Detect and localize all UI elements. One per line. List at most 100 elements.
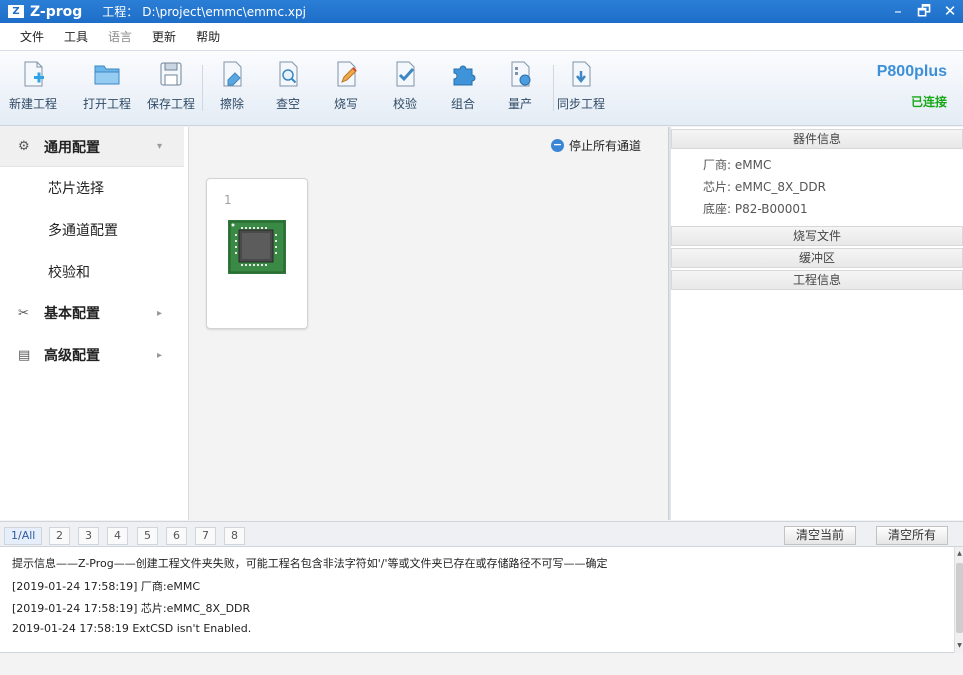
app-name: Z-prog — [30, 3, 83, 20]
scroll-thumb[interactable] — [956, 563, 963, 633]
log-line: [2019-01-24 17:58:19] 芯片:eMMC_8X_DDR — [12, 602, 251, 615]
project-label: 工程： — [102, 5, 139, 19]
scroll-down-icon[interactable]: ▼ — [955, 641, 963, 651]
erase-label: 擦除 — [219, 97, 244, 111]
combine-button[interactable]: 组合 — [435, 59, 491, 112]
advanced-icon: ▤ — [18, 347, 31, 363]
log-line: [2019-01-24 17:58:19] 厂商:eMMC — [12, 580, 201, 593]
open-project-label: 打开工程 — [82, 97, 131, 111]
app-window: Z Z-prog 工程： D:\project\emmc\emmc.xpj – … — [0, 0, 963, 675]
info-panel: 器件信息 厂商: eMMC 芯片: eMMC_8X_DDR 底座: P82-B0… — [671, 127, 963, 520]
folder-open-icon — [94, 65, 120, 85]
puzzle-icon — [453, 65, 476, 86]
status-bar — [0, 653, 963, 675]
vendor-info: 厂商: eMMC — [703, 158, 772, 172]
menu-language[interactable]: 语言 — [98, 28, 142, 45]
verify-check-icon — [396, 61, 415, 87]
new-file-icon — [24, 61, 44, 87]
nav-advanced-config[interactable]: ▤ 高级配置 ▸ — [0, 335, 184, 375]
save-icon — [160, 62, 182, 86]
menu-tools[interactable]: 工具 — [54, 28, 98, 45]
menu-bar: 文件 工具 语言 更新 帮助 — [0, 23, 963, 51]
sync-icon — [572, 61, 591, 87]
nav-basic-config[interactable]: ✂ 基本配置 ▸ — [0, 293, 184, 333]
nav-chip-select[interactable]: 芯片选择 — [48, 178, 104, 198]
program-button[interactable]: 烧写 — [318, 59, 374, 112]
menu-help[interactable]: 帮助 — [186, 28, 230, 45]
channel-area: − 停止所有通道 1 — [189, 127, 668, 520]
chevron-down-icon: ▾ — [156, 141, 162, 152]
app-logo: Z — [8, 5, 24, 18]
log-tab-5[interactable]: 5 — [137, 527, 158, 545]
stop-all-label: 停止所有通道 — [568, 139, 641, 153]
log-tab-4[interactable]: 4 — [107, 527, 128, 545]
chip-icon — [228, 220, 286, 274]
verify-label: 校验 — [392, 97, 417, 111]
log-scrollbar[interactable]: ▲ ▼ — [954, 547, 963, 653]
channel-card[interactable]: 1 — [206, 178, 308, 329]
blank-check-button[interactable]: 查空 — [260, 59, 316, 112]
verify-button[interactable]: 校验 — [377, 59, 433, 112]
new-project-label: 新建工程 — [8, 97, 57, 111]
nav-checksum[interactable]: 校验和 — [48, 262, 90, 282]
log-tab-8[interactable]: 8 — [224, 527, 245, 545]
nav-multichannel-config[interactable]: 多通道配置 — [48, 220, 118, 240]
buffer-header[interactable]: 缓冲区 — [671, 248, 963, 268]
blank-check-label: 查空 — [275, 97, 300, 111]
menu-update[interactable]: 更新 — [142, 28, 186, 45]
log-tab-bar: 1/All 2 3 4 5 6 7 8 清空当前 清空所有 — [0, 521, 963, 547]
device-info-header[interactable]: 器件信息 — [671, 129, 963, 149]
project-path: D:\project\emmc\emmc.xpj — [142, 4, 306, 19]
log-tab-2[interactable]: 2 — [49, 527, 70, 545]
erase-button[interactable]: 擦除 — [204, 59, 260, 112]
sync-project-label: 同步工程 — [556, 97, 605, 111]
window-controls: – 🗗 ✕ — [885, 0, 963, 23]
menu-file[interactable]: 文件 — [10, 28, 54, 45]
nav-general-config[interactable]: ⚙ 通用配置 ▾ — [0, 127, 184, 167]
config-nav: ⚙ 通用配置 ▾ 芯片选择 多通道配置 校验和 ✂ 基本配置 ▸ ▤ 高级配置 … — [0, 127, 189, 520]
sync-project-button[interactable]: 同步工程 — [553, 59, 609, 112]
stop-icon: − — [550, 138, 564, 152]
log-tab-3[interactable]: 3 — [78, 527, 99, 545]
mass-production-button[interactable]: 量产 — [492, 59, 548, 112]
project-info-header[interactable]: 工程信息 — [671, 270, 963, 290]
mass-production-icon — [511, 61, 531, 87]
nav-advanced-config-label: 高级配置 — [44, 348, 100, 364]
log-tab-7[interactable]: 7 — [195, 527, 216, 545]
eraser-icon — [223, 61, 242, 87]
socket-info: 底座: P82-B00001 — [703, 202, 808, 216]
chip-info: 芯片: eMMC_8X_DDR — [703, 180, 827, 194]
log-output[interactable]: 提示信息——Z-Prog——创建工程文件夹失败，可能工程名包含非法字符如'/'等… — [0, 547, 963, 653]
clear-current-button[interactable]: 清空当前 — [784, 526, 856, 545]
program-pen-icon — [337, 61, 357, 87]
blank-check-icon — [279, 61, 298, 87]
log-line: 2019-01-24 17:58:19 ExtCSD isn't Enabled… — [12, 622, 252, 635]
log-tab-all[interactable]: 1/All — [4, 527, 43, 545]
open-project-button[interactable]: 打开工程 — [79, 59, 135, 112]
new-project-button[interactable]: 新建工程 — [5, 59, 61, 112]
device-model: P800plus — [876, 63, 947, 80]
minimize-button[interactable]: – — [885, 0, 911, 23]
save-project-button[interactable]: 保存工程 — [143, 59, 199, 112]
burn-file-header[interactable]: 烧写文件 — [671, 226, 963, 246]
toolbar: 新建工程 打开工程 保存工程 擦除 查空 烧写 校验 组合 量产 同步工程 P8… — [0, 51, 963, 126]
restore-button[interactable]: 🗗 — [911, 0, 937, 23]
chevron-right-icon: ▸ — [156, 349, 162, 361]
gear-icon: ⚙ — [18, 139, 30, 154]
nav-basic-config-label: 基本配置 — [44, 306, 100, 322]
combine-label: 组合 — [450, 97, 475, 111]
clear-all-button[interactable]: 清空所有 — [876, 526, 948, 545]
chevron-right-icon: ▸ — [156, 307, 162, 319]
log-line: 提示信息——Z-Prog——创建工程文件夹失败，可能工程名包含非法字符如'/'等… — [12, 557, 608, 570]
save-project-label: 保存工程 — [146, 97, 195, 111]
scroll-up-icon[interactable]: ▲ — [955, 549, 963, 559]
program-label: 烧写 — [333, 97, 358, 111]
stop-all-channels-button[interactable]: − 停止所有通道 — [550, 137, 641, 154]
toolbar-separator — [202, 65, 203, 111]
mass-production-label: 量产 — [507, 97, 532, 111]
log-tab-6[interactable]: 6 — [166, 527, 187, 545]
close-button[interactable]: ✕ — [937, 0, 963, 23]
nav-general-config-label: 通用配置 — [44, 139, 100, 156]
connection-status: 已连接 — [910, 95, 947, 109]
tools-icon: ✂ — [18, 305, 29, 321]
